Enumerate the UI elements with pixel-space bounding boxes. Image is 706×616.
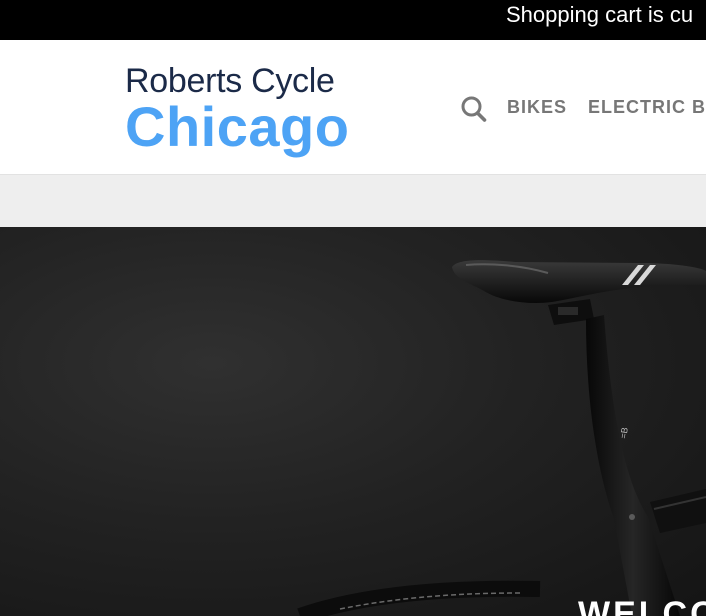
nav-item-electric-bikes[interactable]: ELECTRIC B [588,97,706,118]
site-logo[interactable]: Roberts Cycle Chicago [125,62,349,155]
search-button[interactable] [460,94,488,124]
hero-heading: WELCO [578,595,706,616]
logo-line2: Chicago [125,95,350,158]
announcement-text: Shopping cart is cu [506,2,694,27]
site-header: Roberts Cycle Chicago BIKES ELECTRIC B [0,40,706,175]
search-icon [461,96,487,122]
nav-item-bikes[interactable]: BIKES [507,97,567,118]
sub-navigation-bar [0,175,706,227]
svg-text:=B: =B [618,427,630,440]
announcement-bar: Shopping cart is cu [0,0,706,40]
hero-bicycle-image: =B [297,260,706,616]
hero-banner: =B WELCO [0,227,706,616]
